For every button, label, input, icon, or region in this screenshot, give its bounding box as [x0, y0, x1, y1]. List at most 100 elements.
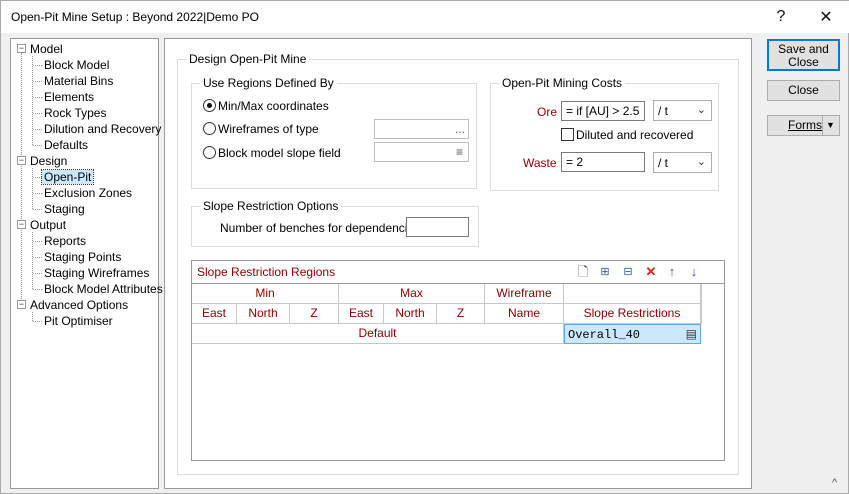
- save-and-close-button[interactable]: Save and Close: [767, 39, 840, 71]
- radio-wireframes[interactable]: [203, 122, 216, 135]
- tree-item-elements[interactable]: Elements: [44, 90, 94, 104]
- tree-item-open-pit[interactable]: Open-Pit: [40, 169, 95, 185]
- group-title: Design Open-Pit Mine: [186, 52, 310, 66]
- tree-connector: [33, 145, 42, 146]
- default-row-label: Default: [192, 324, 564, 344]
- tree-connector: [32, 56, 33, 145]
- default-slope-value: Overall_40: [568, 328, 641, 342]
- ore-unit-select[interactable]: / t ⌄: [653, 100, 712, 121]
- col-min-east: East: [192, 304, 237, 324]
- diluted-checkbox[interactable]: [561, 128, 574, 141]
- forms-button[interactable]: Forms ▼: [767, 115, 840, 136]
- radio-wireframes-label: Wireframes of type: [218, 122, 319, 136]
- tree-connector: [33, 321, 42, 322]
- tree-connector: [33, 273, 42, 274]
- navigation-tree: − Model Block Model Material Bins Elemen…: [10, 38, 163, 489]
- tree-item-design[interactable]: Design: [30, 154, 67, 168]
- header-max: Max: [339, 284, 485, 304]
- tree-item-output[interactable]: Output: [30, 218, 66, 232]
- tree-item-block-model-attributes[interactable]: Block Model Attributes: [44, 282, 163, 296]
- close-window-button[interactable]: ✕: [803, 1, 849, 33]
- tree-item-advanced-options[interactable]: Advanced Options: [30, 298, 128, 312]
- grid-title: Slope Restriction Regions: [197, 265, 336, 279]
- tree-item-exclusion-zones[interactable]: Exclusion Zones: [44, 186, 132, 200]
- col-max-north: North: [384, 304, 437, 324]
- header-wireframe: Wireframe: [485, 284, 564, 304]
- collapse-icon[interactable]: −: [17, 220, 26, 229]
- diluted-label: Diluted and recovered: [576, 128, 694, 142]
- tree-item-material-bins[interactable]: Material Bins: [44, 74, 113, 88]
- move-down-icon[interactable]: ↓: [686, 264, 702, 280]
- regions-title: Use Regions Defined By: [200, 76, 337, 90]
- new-row-icon[interactable]: 🗋: [575, 264, 591, 280]
- tree-connector: [33, 257, 42, 258]
- ore-expression-input[interactable]: = if [AU] > 2.5: [561, 101, 645, 121]
- collapse-icon[interactable]: −: [17, 156, 26, 165]
- tree-connector: [21, 53, 22, 305]
- benches-input[interactable]: [406, 217, 469, 237]
- tree-item-pit-optimiser[interactable]: Pit Optimiser: [44, 314, 113, 328]
- browse-icon[interactable]: ...: [455, 122, 465, 136]
- close-icon: ✕: [819, 9, 833, 26]
- header-min: Min: [192, 284, 339, 304]
- tree-connector: [33, 129, 42, 130]
- col-wireframe-name: Name: [485, 304, 564, 324]
- ore-unit-value: / t: [658, 104, 669, 118]
- tree-item-block-model[interactable]: Block Model: [44, 58, 109, 72]
- main-panel: Design Open-Pit Mine Use Regions Defined…: [164, 38, 752, 489]
- col-max-z: Z: [437, 304, 485, 324]
- tree-connector: [33, 65, 42, 66]
- tree-connector: [33, 113, 42, 114]
- waste-expression-input[interactable]: = 2: [561, 152, 645, 172]
- dialog-window: Open-Pit Mine Setup : Beyond 2022|Demo P…: [0, 0, 849, 494]
- close-button[interactable]: Close: [767, 80, 840, 101]
- move-up-icon[interactable]: ↑: [664, 264, 680, 280]
- waste-label: Waste: [523, 156, 557, 170]
- default-slope-cell[interactable]: Overall_40 ▤: [564, 324, 701, 344]
- tree-connector: [33, 177, 42, 178]
- help-button[interactable]: ?: [758, 1, 804, 33]
- tree-item-staging-wireframes[interactable]: Staging Wireframes: [44, 266, 149, 280]
- slope-field-input[interactable]: ≡: [374, 142, 469, 162]
- tree-connector: [32, 312, 33, 321]
- forms-label: Forms: [788, 118, 822, 132]
- resize-grip-icon[interactable]: ^: [832, 477, 837, 489]
- window-title: Open-Pit Mine Setup : Beyond 2022|Demo P…: [11, 10, 259, 24]
- chevron-down-icon: ⌄: [696, 104, 706, 116]
- wireframe-type-input[interactable]: ...: [374, 119, 469, 139]
- tree-item-dilution-recovery[interactable]: Dilution and Recovery: [44, 122, 161, 136]
- delete-row-icon[interactable]: ✕: [643, 264, 659, 280]
- list-icon[interactable]: ▤: [686, 325, 697, 344]
- collapse-icon[interactable]: −: [17, 44, 26, 53]
- chevron-down-icon[interactable]: ▼: [826, 116, 835, 135]
- benches-label: Number of benches for dependencies: [220, 221, 421, 235]
- tree-item-reports[interactable]: Reports: [44, 234, 86, 248]
- tree-item-rock-types[interactable]: Rock Types: [44, 106, 106, 120]
- radio-min-max-label: Min/Max coordinates: [218, 99, 329, 113]
- header-blank: [564, 284, 701, 304]
- tree-item-model[interactable]: Model: [30, 42, 63, 56]
- slope-regions-grid: Slope Restriction Regions 🗋 ⊞ ⊟ ✕ ↑ ↓ Mi…: [191, 260, 725, 461]
- collapse-icon[interactable]: −: [17, 300, 26, 309]
- tree-item-staging-points[interactable]: Staging Points: [44, 250, 121, 264]
- tree-connector: [32, 168, 33, 209]
- chevron-down-icon: ⌄: [696, 156, 706, 168]
- ore-label: Ore: [537, 105, 558, 119]
- col-min-z: Z: [290, 304, 339, 324]
- append-row-icon[interactable]: ⊟: [620, 264, 636, 280]
- insert-row-icon[interactable]: ⊞: [597, 264, 613, 280]
- tree-item-defaults[interactable]: Defaults: [44, 138, 88, 152]
- tree-connector: [33, 209, 42, 210]
- grid-edge: [701, 284, 702, 324]
- waste-unit-value: / t: [658, 156, 669, 170]
- tree-connector: [33, 289, 42, 290]
- radio-slope-field-label: Block model slope field: [218, 146, 341, 160]
- tree-item-staging[interactable]: Staging: [44, 202, 85, 216]
- radio-min-max[interactable]: [203, 99, 216, 112]
- waste-unit-select[interactable]: / t ⌄: [653, 152, 712, 173]
- list-icon[interactable]: ≡: [456, 145, 463, 159]
- grid-toolbar: Slope Restriction Regions 🗋 ⊞ ⊟ ✕ ↑ ↓: [192, 261, 724, 283]
- tree-connector: [33, 81, 42, 82]
- radio-slope-field[interactable]: [203, 146, 216, 159]
- title-bar: Open-Pit Mine Setup : Beyond 2022|Demo P…: [1, 1, 849, 33]
